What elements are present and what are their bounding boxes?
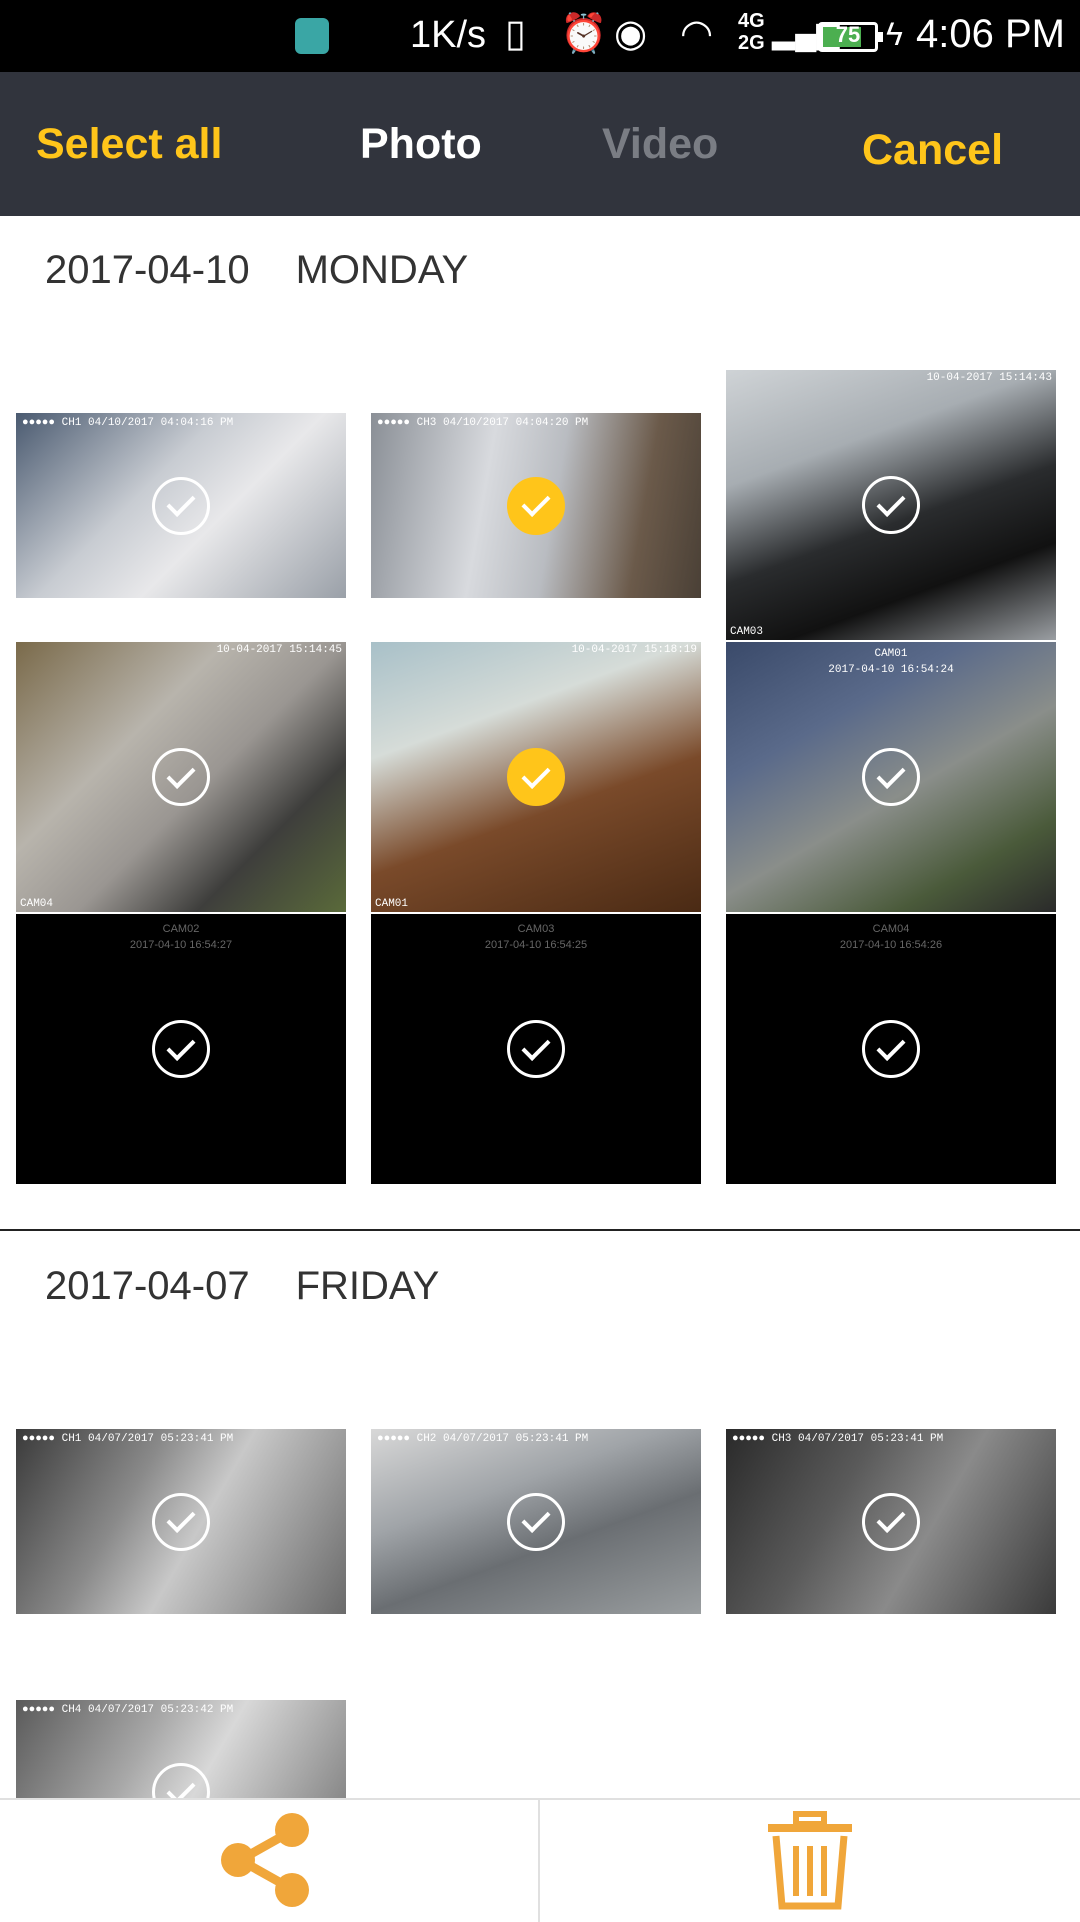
top-toolbar: Select all Photo Video Cancel (0, 72, 1080, 216)
thumbnail-corner-label: CAM04 (20, 898, 54, 910)
tab-photo[interactable]: Photo (360, 118, 482, 170)
thumbnail-overlay-text: 10-04-2017 15:14:45 (216, 644, 342, 656)
thumbnail-overlay-text: ●●●●● CH4 04/07/2017 05:23:42 PM (22, 1704, 234, 1716)
delete-button[interactable] (760, 1810, 860, 1910)
select-check-icon[interactable] (507, 748, 565, 806)
thumbnail-timestamp: 2017-04-10 16:54:25 (484, 939, 588, 951)
section-date: 2017-04-10 (45, 248, 250, 292)
photo-thumbnail[interactable]: ●●●●● CH1 04/07/2017 05:23:41 PM (16, 1429, 346, 1614)
vibrate-icon: ▯ (505, 13, 526, 55)
photo-thumbnail[interactable]: ●●●●● CH4 04/07/2017 05:23:42 PM (16, 1700, 346, 1798)
photo-thumbnail[interactable]: ●●●●● CH3 04/07/2017 05:23:41 PM (726, 1429, 1056, 1614)
thumbnail-overlay-text: ●●●●● CH3 04/07/2017 05:23:41 PM (732, 1433, 944, 1445)
thumbnail-overlay-text: 10-04-2017 15:14:43 (926, 372, 1052, 384)
photo-thumbnail[interactable]: 10-04-2017 15:18:19 CAM01 (371, 642, 701, 912)
select-check-icon[interactable] (862, 748, 920, 806)
thumbnail-overlay-text: ●●●●● CH1 04/10/2017 04:04:16 PM (22, 417, 234, 429)
thumbnail-corner-label: CAM01 (874, 648, 908, 660)
select-check-icon[interactable] (862, 1020, 920, 1078)
battery-level: 75 (835, 22, 861, 47)
photo-thumbnail[interactable]: ●●●●● CH1 04/10/2017 04:04:16 PM (16, 413, 346, 598)
thumbnail-cam-label: CAM04 (872, 923, 910, 935)
network-2g: 2G (738, 32, 765, 54)
bottom-action-bar (0, 1798, 1080, 1922)
alarm-icon: ⏰ (560, 13, 608, 55)
select-check-icon[interactable] (152, 1763, 210, 1798)
photo-thumbnail[interactable]: CAM03 2017-04-10 16:54:25 (371, 914, 701, 1184)
photo-thumbnail[interactable]: 10-04-2017 15:14:45 CAM04 (16, 642, 346, 912)
thumbnail-overlay-text: 10-04-2017 15:18:19 (571, 644, 697, 656)
network-speed: 1K/s (410, 14, 487, 56)
photo-thumbnail[interactable]: 10-04-2017 15:14:43 CAM03 (726, 370, 1056, 640)
bottom-bar-divider (538, 1800, 540, 1922)
status-bar: 1K/s ▯ ⏰ ◉ ◠ 4G 2G ▂▄▆ 75 ϟ 4:06 PM (0, 0, 1080, 72)
select-check-icon[interactable] (862, 476, 920, 534)
thumbnail-corner-label: CAM03 (730, 626, 764, 638)
section-weekday: MONDAY (295, 248, 469, 292)
select-check-icon[interactable] (152, 1492, 210, 1551)
select-check-icon[interactable] (862, 1492, 920, 1551)
thumbnail-overlay-text: ●●●●● CH1 04/07/2017 05:23:41 PM (22, 1433, 234, 1445)
select-check-icon[interactable] (507, 1492, 565, 1551)
section-date-header: 2017-04-07 FRIDAY (45, 1264, 439, 1309)
select-check-icon[interactable] (507, 476, 565, 535)
thumbnail-timestamp: 2017-04-10 16:54:27 (129, 939, 233, 951)
section-date-header: 2017-04-10 MONDAY (45, 248, 468, 293)
select-check-icon[interactable] (152, 476, 210, 535)
clock: 4:06 PM (916, 12, 1065, 56)
select-check-icon[interactable] (152, 748, 210, 806)
photo-thumbnail[interactable]: CAM04 2017-04-10 16:54:26 (726, 914, 1056, 1184)
network-4g: 4G (738, 10, 765, 32)
battery-icon: 75 (818, 22, 883, 52)
thumbnail-overlay-text: ●●●●● CH2 04/07/2017 05:23:41 PM (377, 1433, 589, 1445)
cancel-button[interactable]: Cancel (862, 124, 1003, 176)
android-app-icon (295, 18, 329, 54)
thumbnail-timestamp: 2017-04-10 16:54:26 (839, 939, 943, 951)
tab-video[interactable]: Video (602, 118, 718, 170)
select-check-icon[interactable] (152, 1020, 210, 1078)
share-button[interactable] (210, 1810, 320, 1910)
thumbnail-overlay-text: ●●●●● CH3 04/10/2017 04:04:20 PM (377, 417, 589, 429)
wifi-icon: ◠ (680, 13, 714, 55)
photo-thumbnail[interactable]: ●●●●● CH2 04/07/2017 05:23:41 PM (371, 1429, 701, 1614)
thumbnail-overlay-text: 2017-04-10 16:54:24 (828, 664, 954, 676)
photo-thumbnail[interactable]: ●●●●● CH3 04/10/2017 04:04:20 PM (371, 413, 701, 598)
section-divider (0, 1229, 1080, 1231)
thumbnail-cam-label: CAM03 (517, 923, 555, 935)
eye-icon: ◉ (614, 13, 648, 55)
section-weekday: FRIDAY (295, 1264, 440, 1308)
select-all-button[interactable]: Select all (36, 118, 222, 170)
photo-thumbnail[interactable]: CAM01 2017-04-10 16:54:24 (726, 642, 1056, 912)
select-check-icon[interactable] (507, 1020, 565, 1078)
trash-icon (768, 1811, 852, 1910)
photo-thumbnail[interactable]: CAM02 2017-04-10 16:54:27 (16, 914, 346, 1184)
thumbnail-corner-label: CAM01 (375, 898, 409, 910)
charging-icon: ϟ (886, 16, 903, 52)
thumbnail-cam-label: CAM02 (162, 923, 200, 935)
share-icon (221, 1813, 309, 1907)
section-date: 2017-04-07 (45, 1264, 250, 1308)
mobile-network: 4G 2G (738, 10, 765, 54)
